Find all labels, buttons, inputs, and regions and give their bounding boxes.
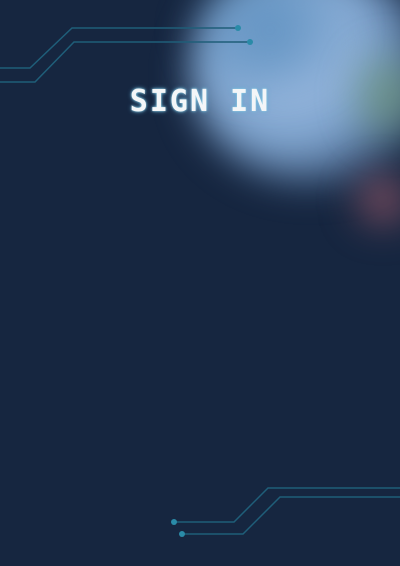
circuit-bottom-right: [171, 487, 400, 537]
sign-in-screen: SIGN IN: [0, 0, 400, 566]
circuit-line-top-1: [0, 27, 238, 69]
circuit-node-bottom-1: [171, 519, 177, 525]
circuit-top-left: [0, 25, 253, 83]
circuit-node-top-2: [247, 39, 253, 45]
circuit-node-bottom-2: [179, 531, 185, 537]
circuit-line-bottom-2: [182, 496, 400, 535]
circuit-node-top-1: [235, 25, 241, 31]
page-title: SIGN IN: [129, 84, 271, 119]
circuit-line-bottom-1: [174, 487, 400, 523]
circuit-line-top-2: [0, 41, 250, 83]
